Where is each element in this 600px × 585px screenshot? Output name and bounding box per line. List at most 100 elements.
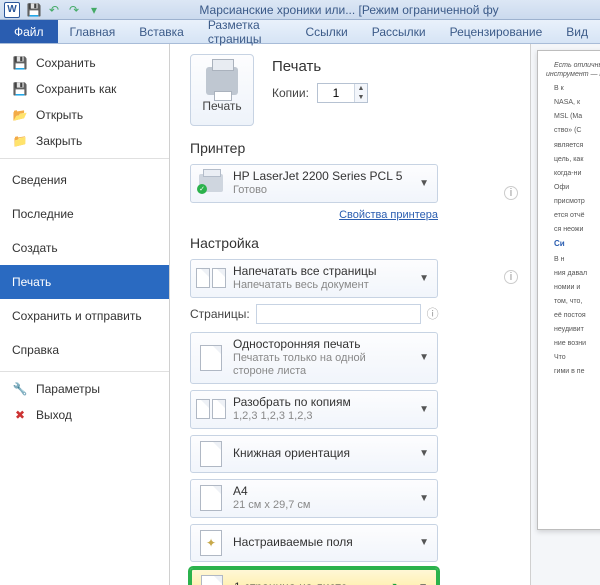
printer-status: Готово bbox=[233, 184, 409, 198]
window-title: Марсианские хроники или... [Режим ограни… bbox=[102, 3, 596, 17]
sides-sub: Печатать только на одной стороне листа bbox=[233, 352, 409, 380]
paper-sub: 21 см x 29,7 см bbox=[233, 499, 409, 513]
single-page-icon bbox=[201, 575, 223, 585]
one-side-icon bbox=[200, 345, 222, 371]
close-doc-icon: 📁 bbox=[12, 133, 28, 149]
portrait-icon bbox=[200, 441, 222, 467]
orientation-selector[interactable]: Книжная ориентация ▼ bbox=[190, 435, 438, 473]
sidebar-help[interactable]: Справка bbox=[0, 333, 169, 367]
sides-selector[interactable]: Односторонняя печать Печатать только на … bbox=[190, 332, 438, 385]
sidebar-label: Создать bbox=[12, 241, 58, 255]
word-app-icon: W bbox=[4, 2, 20, 18]
sidebar-label: Выход bbox=[36, 408, 72, 422]
tab-file[interactable]: Файл bbox=[0, 20, 58, 43]
save-as-icon: 💾 bbox=[12, 81, 28, 97]
printer-properties-link[interactable]: Свойства принтера bbox=[190, 209, 438, 221]
tab-view[interactable]: Вид bbox=[554, 20, 600, 43]
collate-icon bbox=[196, 399, 226, 419]
print-range-sub: Напечатать весь документ bbox=[233, 279, 409, 293]
sidebar-save-send[interactable]: Сохранить и отправить bbox=[0, 299, 169, 333]
undo-icon[interactable]: ↶ bbox=[46, 2, 62, 18]
settings-info-icon[interactable]: i bbox=[504, 270, 518, 284]
sidebar-label: Сохранить как bbox=[36, 82, 116, 96]
sidebar-new[interactable]: Создать bbox=[0, 231, 169, 265]
redo-icon[interactable]: ↷ bbox=[66, 2, 82, 18]
exit-icon: ✖ bbox=[12, 407, 28, 423]
settings-heading: Настройка bbox=[190, 235, 518, 251]
a4-icon bbox=[200, 485, 222, 511]
printer-selector[interactable]: ✓ HP LaserJet 2200 Series PCL 5 Готово ▼ bbox=[190, 164, 438, 203]
printer-info-icon[interactable]: i bbox=[504, 186, 518, 200]
sides-title: Односторонняя печать bbox=[233, 337, 409, 352]
sidebar-label: Сведения bbox=[12, 173, 67, 187]
ready-check-icon: ✓ bbox=[197, 184, 207, 194]
chevron-down-icon: ▼ bbox=[417, 352, 431, 363]
annotation-arrow-icon: ➔ bbox=[387, 578, 400, 585]
tab-home[interactable]: Главная bbox=[58, 20, 128, 43]
pages-input[interactable] bbox=[256, 304, 421, 324]
pages-label: Страницы: bbox=[190, 307, 250, 321]
sidebar-label: Печать bbox=[12, 275, 51, 289]
sidebar-options[interactable]: 🔧 Параметры bbox=[0, 376, 169, 402]
sidebar-info[interactable]: Сведения bbox=[0, 163, 169, 197]
tab-insert[interactable]: Вставка bbox=[127, 20, 196, 43]
tab-mailings[interactable]: Рассылки bbox=[360, 20, 438, 43]
sidebar-recent[interactable]: Последние bbox=[0, 197, 169, 231]
sidebar-open[interactable]: 📂Открыть bbox=[0, 102, 169, 128]
collate-title: Разобрать по копиям bbox=[233, 395, 409, 410]
printer-heading: Принтер bbox=[190, 140, 518, 156]
print-button[interactable]: Печать bbox=[190, 54, 254, 126]
collate-selector[interactable]: Разобрать по копиям 1,2,3 1,2,3 1,2,3 ▼ bbox=[190, 390, 438, 429]
orientation-title: Книжная ориентация bbox=[233, 446, 409, 461]
sidebar-print[interactable]: Печать bbox=[0, 265, 169, 299]
sidebar-label: Параметры bbox=[36, 382, 100, 396]
copies-label: Копии: bbox=[272, 86, 309, 100]
collate-sub: 1,2,3 1,2,3 1,2,3 bbox=[233, 410, 409, 424]
copies-input[interactable] bbox=[318, 86, 354, 100]
title-bar: W 💾 ↶ ↷ ▾ Марсианские хроники или... [Ре… bbox=[0, 0, 600, 20]
tab-references[interactable]: Ссылки bbox=[294, 20, 360, 43]
backstage-sidebar: 💾 Сохранить 💾 Сохранить как 📂Открыть 📁 Закр… bbox=[0, 44, 170, 585]
margins-icon: ✦ bbox=[200, 530, 222, 556]
chevron-down-icon: ▼ bbox=[417, 404, 431, 415]
printer-name: HP LaserJet 2200 Series PCL 5 bbox=[233, 169, 409, 184]
chevron-down-icon: ▼ bbox=[417, 493, 431, 504]
sidebar-save-as[interactable]: 💾 Сохранить как bbox=[0, 76, 169, 102]
spin-up-icon[interactable]: ▲ bbox=[355, 84, 367, 93]
sidebar-label: Сохранить и отправить bbox=[12, 309, 142, 323]
chevron-down-icon: ▼ bbox=[417, 537, 431, 548]
pages-help-icon[interactable]: ⓘ bbox=[427, 305, 439, 322]
sidebar-save[interactable]: 💾 Сохранить bbox=[0, 50, 169, 76]
paper-size-selector[interactable]: A4 21 см x 29,7 см ▼ bbox=[190, 479, 438, 518]
margins-title: Настраиваемые поля bbox=[233, 535, 409, 550]
chevron-down-icon: ▼ bbox=[417, 178, 431, 189]
quick-access-toolbar: 💾 ↶ ↷ ▾ bbox=[26, 2, 102, 18]
tab-review[interactable]: Рецензирование bbox=[438, 20, 555, 43]
save-icon: 💾 bbox=[12, 55, 28, 71]
print-button-label: Печать bbox=[202, 99, 241, 113]
print-heading: Печать bbox=[272, 58, 368, 75]
folder-open-icon: 📂 bbox=[12, 107, 28, 123]
save-icon[interactable]: 💾 bbox=[26, 2, 42, 18]
spin-down-icon[interactable]: ▼ bbox=[355, 93, 367, 102]
sidebar-label: Последние bbox=[12, 207, 74, 221]
tab-page-layout[interactable]: Разметка страницы bbox=[196, 20, 294, 43]
pages-per-sheet-title: 1 страница на листе bbox=[234, 580, 379, 585]
print-preview-pane: Есть отличный научный инструмент — подоз… bbox=[530, 44, 600, 585]
sidebar-label: Справка bbox=[12, 343, 59, 357]
copies-spinner[interactable]: ▲▼ bbox=[317, 83, 368, 103]
sidebar-exit[interactable]: ✖ Выход bbox=[0, 402, 169, 428]
options-icon: 🔧 bbox=[12, 381, 28, 397]
qat-customize-icon[interactable]: ▾ bbox=[86, 2, 102, 18]
margins-selector[interactable]: ✦ Настраиваемые поля ▼ bbox=[190, 524, 438, 562]
sidebar-close[interactable]: 📁 Закрыть bbox=[0, 128, 169, 154]
sidebar-label: Закрыть bbox=[36, 134, 82, 148]
sidebar-label: Сохранить bbox=[36, 56, 96, 70]
printer-icon bbox=[206, 67, 238, 95]
print-range-selector[interactable]: Напечатать все страницы Напечатать весь … bbox=[190, 259, 438, 298]
preview-text: Есть отличный научный инструмент — подоз… bbox=[546, 61, 600, 79]
print-pane: Печать Печать Копии: ▲▼ Принтер i ✓ HP L… bbox=[170, 44, 530, 585]
chevron-down-icon: ▼ bbox=[417, 273, 431, 284]
printer-device-icon: ✓ bbox=[199, 174, 223, 192]
pages-per-sheet-selector[interactable]: 1 страница на листе ➔ ▼ bbox=[190, 568, 438, 585]
